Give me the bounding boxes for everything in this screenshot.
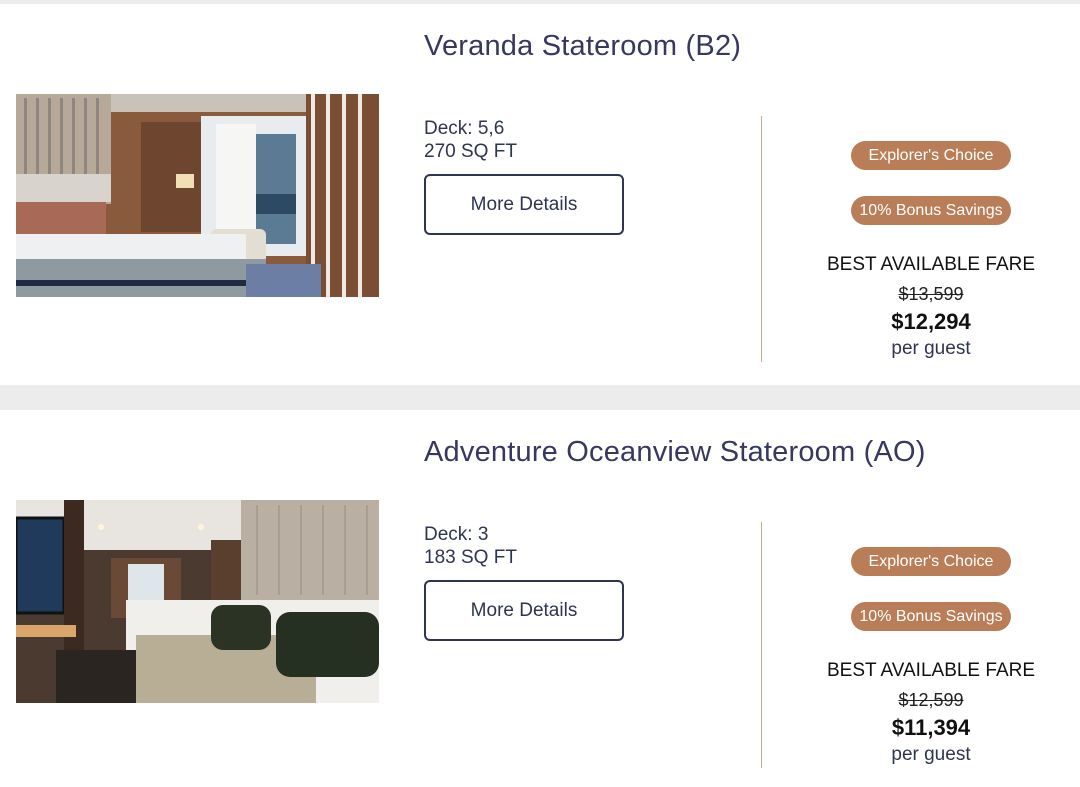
divider [761,116,762,362]
fare-label: BEST AVAILABLE FARE [826,254,1036,275]
size-info: 183 SQ FT [424,547,517,568]
original-price: $13,599 [898,284,964,304]
original-price: $12,599 [898,690,964,710]
size-info: 270 SQ FT [424,141,517,162]
deck-info: Deck: 5,6 [424,118,505,139]
oceanview-room-image [16,500,379,703]
veranda-room-image [16,94,379,297]
price-unit: per guest [891,338,971,359]
stateroom-meta: Deck: 5,6 270 SQ FT [424,117,517,163]
explorers-choice-badge: Explorer's Choice [851,547,1011,576]
more-details-button[interactable]: More Details [424,174,624,235]
stateroom-title: Adventure Oceanview Stateroom (AO) [424,436,926,468]
explorers-choice-badge: Explorer's Choice [851,141,1011,170]
more-details-button[interactable]: More Details [424,580,624,641]
stateroom-card: Veranda Stateroom (B2) Deck: 5,6 270 SQ … [0,4,1080,385]
price-unit: per guest [891,744,971,765]
stateroom-title: Veranda Stateroom (B2) [424,30,742,62]
current-price: $12,294 [891,309,971,334]
fare-label: BEST AVAILABLE FARE [826,660,1036,681]
stateroom-meta: Deck: 3 183 SQ FT [424,523,517,569]
divider [761,522,762,768]
stateroom-photo[interactable] [16,94,379,297]
stateroom-card: Adventure Oceanview Stateroom (AO) Deck:… [0,410,1080,787]
stateroom-photo[interactable] [16,500,379,703]
bonus-savings-badge: 10% Bonus Savings [851,602,1011,631]
current-price: $11,394 [891,715,971,740]
bonus-savings-badge: 10% Bonus Savings [851,196,1011,225]
deck-info: Deck: 3 [424,524,489,545]
